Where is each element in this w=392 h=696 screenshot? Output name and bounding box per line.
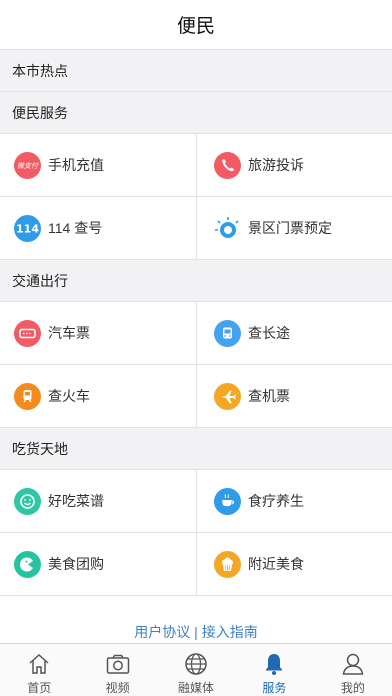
- traffic-row-1: 汽车票 查长途: [0, 302, 392, 365]
- tab-home-label: 首页: [27, 681, 52, 695]
- page-title: 便民: [176, 16, 215, 37]
- flight-label: 查机票: [248, 388, 290, 404]
- long-distance-item[interactable]: 查长途: [196, 302, 392, 364]
- section-traffic: 交通出行: [0, 260, 392, 302]
- tab-home[interactable]: 首页: [0, 644, 78, 696]
- traffic-row-2: 查火车 查机票: [0, 365, 392, 428]
- section-convenience-services: 便民服务: [0, 92, 392, 134]
- service-row-2: 114 114 查号 景区门票预定: [0, 197, 392, 260]
- section-hot-news[interactable]: 本市热点: [0, 50, 392, 92]
- wechat-pay-icon: 微支付: [14, 151, 41, 179]
- footer-link-text[interactable]: 用户协议 | 接入指南: [134, 624, 257, 640]
- tab-profile-label: 我的: [340, 681, 365, 695]
- phone-recharge-item[interactable]: 微支付 手机充值: [0, 134, 196, 196]
- nearby-food-item[interactable]: 附近美食: [196, 533, 392, 595]
- train-item[interactable]: 查火车: [0, 365, 196, 427]
- bus-ticket-item[interactable]: 汽车票: [0, 302, 196, 364]
- train-label: 查火车: [48, 388, 90, 404]
- bell-icon: [265, 654, 283, 675]
- home-icon: [29, 653, 49, 674]
- diet-therapy-item[interactable]: 食疗养生: [196, 470, 392, 532]
- travel-complaint-item[interactable]: 旅游投诉: [196, 134, 392, 196]
- ticket-sun-icon: [214, 214, 241, 242]
- teacup-icon: [214, 487, 241, 515]
- food-row-2: 美食团购 附近美食: [0, 533, 392, 596]
- title-bar: 便民: [0, 0, 392, 50]
- tab-video[interactable]: 视频: [78, 644, 156, 696]
- recipes-item[interactable]: 好吃菜谱: [0, 470, 196, 532]
- lookup-114-item[interactable]: 114 114 查号: [0, 197, 196, 259]
- diet-therapy-label: 食疗养生: [248, 493, 304, 509]
- ticket-icon: [14, 319, 41, 347]
- tab-services-label: 服务: [262, 681, 287, 695]
- globe-icon: [185, 653, 207, 675]
- tab-profile[interactable]: 我的: [314, 644, 392, 696]
- food-row-1: 好吃菜谱 食疗养生: [0, 470, 392, 533]
- pacman-icon: [14, 550, 41, 578]
- group-buy-item[interactable]: 美食团购: [0, 533, 196, 595]
- lookup-114-label: 114 查号: [48, 220, 103, 236]
- svg-text:微支付: 微支付: [17, 162, 39, 170]
- smiley-icon: [14, 487, 41, 515]
- bottom-tab-bar: 首页 视频 融媒体 服务 我的: [0, 643, 392, 696]
- travel-complaint-label: 旅游投诉: [248, 157, 304, 173]
- tab-media-label: 融媒体: [178, 681, 215, 695]
- section-title-hot: 本市热点: [12, 62, 68, 79]
- long-distance-label: 查长途: [248, 325, 290, 341]
- section-title-service: 便民服务: [12, 104, 68, 121]
- group-buy-label: 美食团购: [48, 556, 104, 572]
- section-food: 吃货天地: [0, 428, 392, 470]
- nearby-food-label: 附近美食: [248, 556, 304, 572]
- train-icon: [14, 382, 41, 410]
- camera-icon: [106, 654, 129, 674]
- section-title-traffic: 交通出行: [12, 272, 68, 289]
- tab-video-label: 视频: [105, 681, 130, 695]
- service-row-1: 微支付 手机充值 旅游投诉: [0, 134, 392, 197]
- tab-services[interactable]: 服务: [235, 644, 313, 696]
- section-title-food: 吃货天地: [12, 440, 68, 457]
- flight-item[interactable]: 查机票: [196, 365, 392, 427]
- svg-text:114: 114: [16, 222, 39, 235]
- phone-icon: [214, 151, 241, 179]
- scenic-ticket-label: 景区门票预定: [248, 220, 332, 236]
- cupcake-icon: [214, 550, 241, 578]
- number-114-icon: 114: [14, 214, 41, 242]
- scenic-ticket-item[interactable]: 景区门票预定: [196, 197, 392, 259]
- person-icon: [342, 653, 364, 675]
- airplane-icon: [214, 382, 241, 410]
- phone-recharge-label: 手机充值: [48, 157, 104, 173]
- recipes-label: 好吃菜谱: [48, 493, 104, 509]
- bus-icon: [214, 319, 241, 347]
- tab-media[interactable]: 融媒体: [157, 644, 235, 696]
- footer-links[interactable]: 用户协议 | 接入指南: [0, 612, 392, 642]
- bus-ticket-label: 汽车票: [48, 325, 90, 341]
